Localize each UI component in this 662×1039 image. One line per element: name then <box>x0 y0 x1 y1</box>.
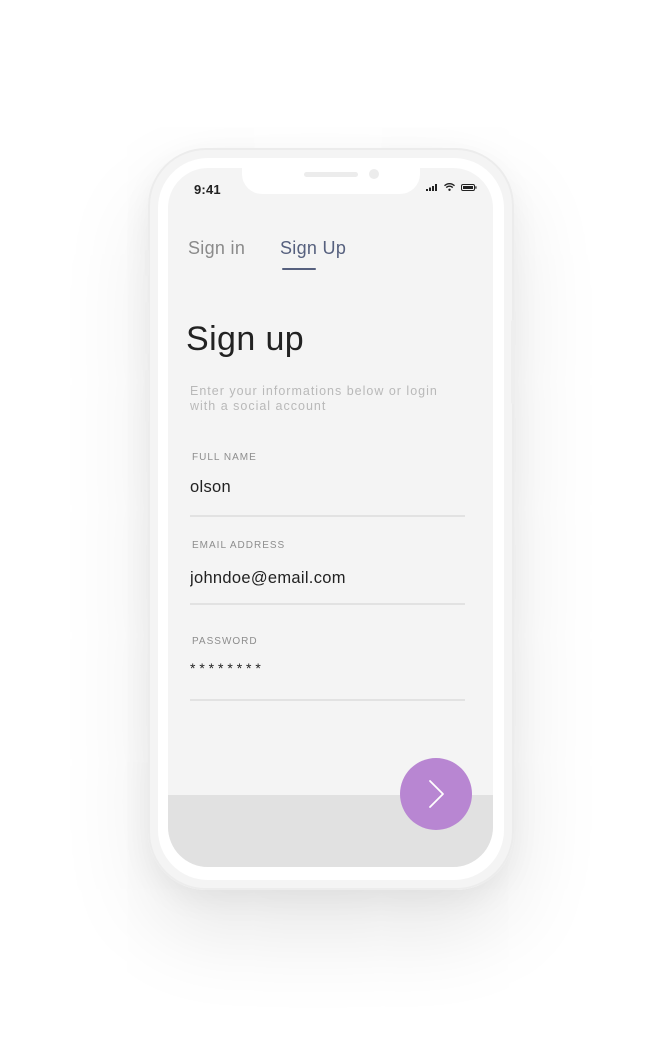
phone-screen: 9:41 Sign in Sign Up Sign up Enter your … <box>168 168 493 867</box>
full-name-label: FULL NAME <box>192 452 257 463</box>
email-label: EMAIL ADDRESS <box>192 540 286 551</box>
wifi-icon <box>444 183 455 191</box>
speaker-grille <box>304 172 358 177</box>
email-underline <box>190 603 465 605</box>
page-subtitle: Enter your informations below or login w… <box>190 384 438 413</box>
notch <box>242 168 420 194</box>
full-name-underline <box>190 515 465 517</box>
active-tab-indicator <box>282 268 316 270</box>
power-button <box>511 320 515 404</box>
status-time: 9:41 <box>194 182 221 197</box>
password-label: PASSWORD <box>192 636 258 647</box>
volume-down-button <box>145 370 149 422</box>
cellular-signal-icon <box>426 183 437 191</box>
full-name-input[interactable] <box>190 476 465 498</box>
email-input[interactable] <box>190 567 465 589</box>
front-camera <box>369 169 379 179</box>
status-icons <box>426 182 477 192</box>
tab-sign-up[interactable]: Sign Up <box>280 238 346 259</box>
password-underline <box>190 699 465 701</box>
tab-sign-in[interactable]: Sign in <box>188 238 245 259</box>
password-input[interactable] <box>190 657 465 679</box>
chevron-right-icon <box>429 780 444 808</box>
page-title: Sign up <box>186 320 305 358</box>
silent-switch <box>145 250 149 276</box>
battery-icon <box>461 183 477 191</box>
submit-button[interactable] <box>400 758 472 830</box>
volume-up-button <box>145 302 149 354</box>
